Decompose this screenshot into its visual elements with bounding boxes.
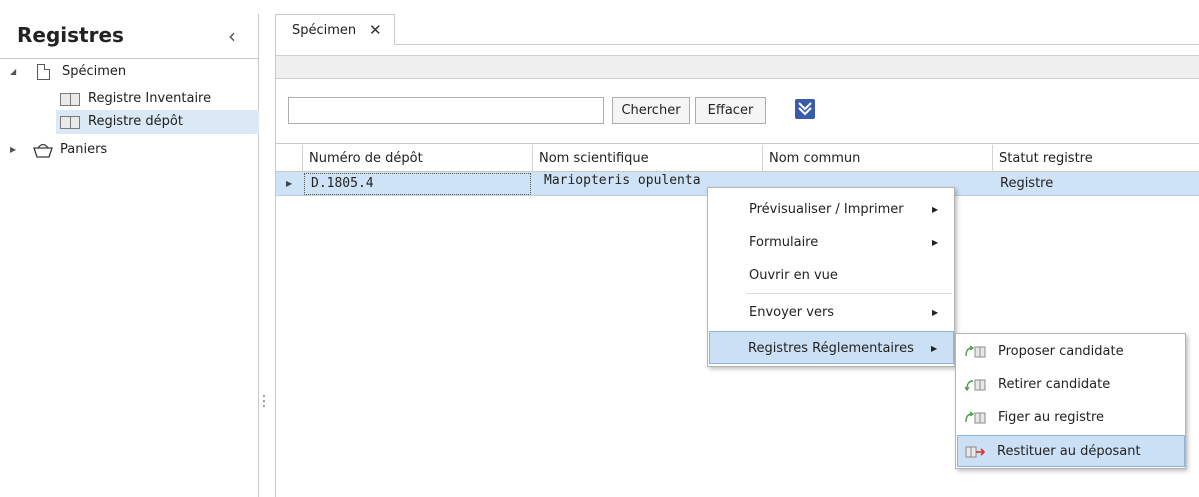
grid-header: Numéro de dépôt Nom scientifique Nom com…	[276, 145, 1199, 172]
search-area: Chercher Effacer	[276, 79, 1199, 144]
submenu-registres: Proposer candidate Retirer candidate Fig…	[955, 333, 1186, 469]
menu-separator	[747, 293, 952, 294]
toolbar-band	[276, 55, 1199, 79]
basket-icon	[33, 143, 53, 158]
submenu-item-proposer-candidate[interactable]: Proposer candidate	[958, 336, 1184, 368]
submenu-arrow-icon: ▶	[932, 205, 939, 214]
book-icon	[60, 93, 80, 106]
double-chevron-down-icon[interactable]	[795, 99, 815, 119]
panel-title: Registres	[17, 23, 124, 47]
submenu-arrow-icon: ▶	[932, 238, 939, 247]
submenu-item-restituer-au-deposant[interactable]: Restituer au déposant	[957, 435, 1185, 467]
menu-item-preview-print[interactable]: Prévisualiser / Imprimer ▶	[710, 193, 952, 226]
document-icon	[37, 64, 50, 80]
menu-item-registres-reglementaires[interactable]: Registres Réglementaires ▶	[709, 331, 954, 364]
menu-item-label: Ouvrir en vue	[749, 268, 838, 283]
splitter-grip[interactable]: · · ·	[259, 390, 269, 414]
clear-button[interactable]: Effacer	[695, 97, 766, 124]
submenu-item-label: Restituer au déposant	[997, 444, 1141, 459]
row-indicator-icon: ▶	[286, 179, 293, 188]
panel-header: Registres ‹	[0, 14, 259, 59]
tree-item-label: Registre Inventaire	[88, 91, 212, 106]
column-header-statut-registre[interactable]: Statut registre	[992, 145, 1199, 172]
menu-item-label: Prévisualiser / Imprimer	[749, 202, 904, 217]
menu-item-label: Envoyer vers	[749, 305, 835, 320]
freeze-icon	[965, 411, 986, 424]
withdraw-icon	[964, 379, 986, 392]
menu-item-label: Registres Réglementaires	[748, 341, 914, 356]
submenu-item-figer-au-registre[interactable]: Figer au registre	[958, 402, 1184, 434]
context-menu: Prévisualiser / Imprimer ▶ Formulaire ▶ …	[707, 187, 955, 367]
submenu-item-label: Retirer candidate	[998, 377, 1111, 392]
tab-strip: Spécimen ✕	[275, 14, 1199, 45]
submenu-item-retirer-candidate[interactable]: Retirer candidate	[958, 369, 1184, 401]
book-icon	[60, 116, 80, 129]
tree-item-registre-depot[interactable]: Registre dépôt	[56, 110, 259, 134]
chevron-left-icon[interactable]: ‹	[228, 24, 236, 48]
column-header-numero-depot[interactable]: Numéro de dépôt	[302, 145, 538, 172]
menu-item-formulaire[interactable]: Formulaire ▶	[710, 226, 952, 259]
tab-specimen[interactable]: Spécimen ✕	[275, 14, 395, 45]
menu-item-label: Formulaire	[749, 235, 819, 250]
tree-item-label: Registre dépôt	[88, 114, 183, 129]
search-button[interactable]: Chercher	[612, 97, 690, 124]
submenu-item-label: Proposer candidate	[998, 344, 1124, 359]
tree-item-label: Spécimen	[62, 64, 127, 79]
collapse-arrow-icon[interactable]: ▶	[10, 138, 16, 162]
column-header-nom-commun[interactable]: Nom commun	[762, 145, 992, 172]
propose-icon	[965, 345, 986, 358]
return-icon	[965, 446, 986, 458]
submenu-arrow-icon: ▶	[932, 308, 939, 317]
submenu-arrow-icon: ▶	[931, 344, 938, 353]
menu-item-send-to[interactable]: Envoyer vers ▶	[710, 296, 952, 329]
cell-numero-depot[interactable]: D.1805.4	[304, 173, 531, 195]
tree-item-label: Paniers	[60, 142, 108, 157]
search-input[interactable]	[288, 97, 604, 124]
menu-item-open-in-view[interactable]: Ouvrir en vue	[710, 259, 952, 292]
expand-arrow-icon[interactable]: ◢	[10, 60, 16, 84]
close-icon[interactable]: ✕	[369, 21, 382, 39]
cell-statut-registre[interactable]: Registre	[994, 172, 1199, 196]
submenu-item-label: Figer au registre	[998, 410, 1105, 425]
tab-label: Spécimen	[292, 23, 357, 38]
tree-item-registre-inventaire[interactable]: Registre Inventaire	[60, 87, 250, 111]
registers-panel: Registres ‹ ◢ Spécimen Registre Inventai…	[0, 14, 259, 497]
column-header-nom-scientifique[interactable]: Nom scientifique	[532, 145, 762, 172]
